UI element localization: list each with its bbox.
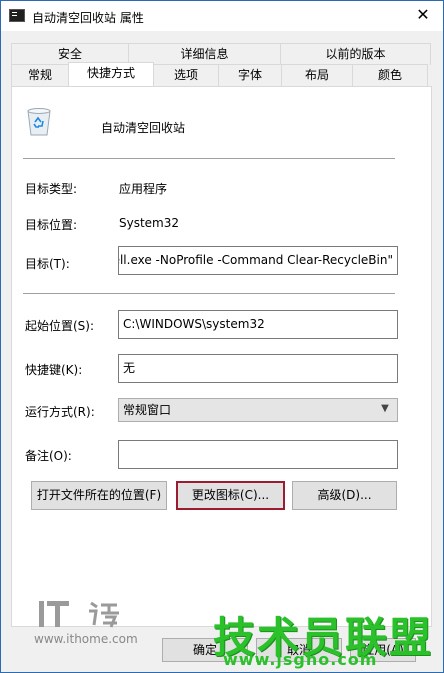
properties-window: 自动清空回收站 属性 ✕ 安全 详细信息 以前的版本 常规 快捷方式 选项 字体… — [0, 0, 444, 673]
chevron-down-icon: ▼ — [381, 403, 389, 414]
run-mode-value: 常规窗口 — [123, 403, 172, 417]
run-mode-label: 运行方式(R): — [25, 405, 95, 419]
target-input[interactable]: ell.exe -NoProfile -Command Clear-Recycl… — [118, 246, 398, 275]
target-type-label: 目标类型: — [25, 182, 78, 196]
window-title: 自动清空回收站 属性 — [32, 11, 144, 25]
shortcut-name: 自动清空回收站 — [101, 121, 186, 135]
target-location-value: System32 — [119, 216, 180, 230]
hotkey-label: 快捷键(K): — [25, 363, 83, 377]
comment-input[interactable] — [118, 440, 398, 469]
advanced-button[interactable]: 高级(D)... — [292, 481, 397, 510]
tab-font[interactable]: 字体 — [218, 64, 282, 86]
recycle-bin-icon — [27, 108, 51, 136]
jsgho-url-watermark: www.jsgho.com — [223, 650, 378, 669]
hotkey-input[interactable]: 无 — [118, 354, 398, 383]
open-file-location-button[interactable]: 打开文件所在的位置(F) — [31, 481, 167, 510]
tab-layout[interactable]: 布局 — [281, 64, 353, 86]
close-icon[interactable]: ✕ — [413, 5, 433, 25]
title-bar: 自动清空回收站 属性 ✕ — [1, 1, 443, 31]
tab-options[interactable]: 选项 — [153, 64, 219, 86]
tab-row-bottom: 常规 快捷方式 选项 字体 布局 颜色 — [11, 62, 428, 86]
target-type-value: 应用程序 — [119, 182, 168, 196]
separator — [23, 293, 395, 294]
change-icon-button[interactable]: 更改图标(C)... — [176, 481, 285, 510]
target-input-value: ell.exe -NoProfile -Command Clear-Recycl… — [118, 253, 393, 267]
start-in-label: 起始位置(S): — [25, 319, 95, 333]
tab-colors[interactable]: 颜色 — [352, 64, 428, 86]
target-label: 目标(T): — [25, 257, 70, 271]
start-in-input[interactable]: C:\WINDOWS\system32 — [118, 310, 398, 339]
ithome-url-watermark: www.ithome.com — [34, 632, 138, 646]
separator — [23, 158, 395, 159]
comment-label: 备注(O): — [25, 449, 72, 463]
tab-general[interactable]: 常规 — [11, 64, 69, 86]
tab-shortcut[interactable]: 快捷方式 — [68, 62, 154, 86]
tab-previous-versions[interactable]: 以前的版本 — [280, 43, 431, 65]
console-app-icon — [9, 9, 25, 22]
target-location-label: 目标位置: — [25, 218, 78, 232]
run-mode-select[interactable]: 常规窗口 ▼ — [118, 398, 398, 422]
ithome-logo — [39, 601, 119, 628]
